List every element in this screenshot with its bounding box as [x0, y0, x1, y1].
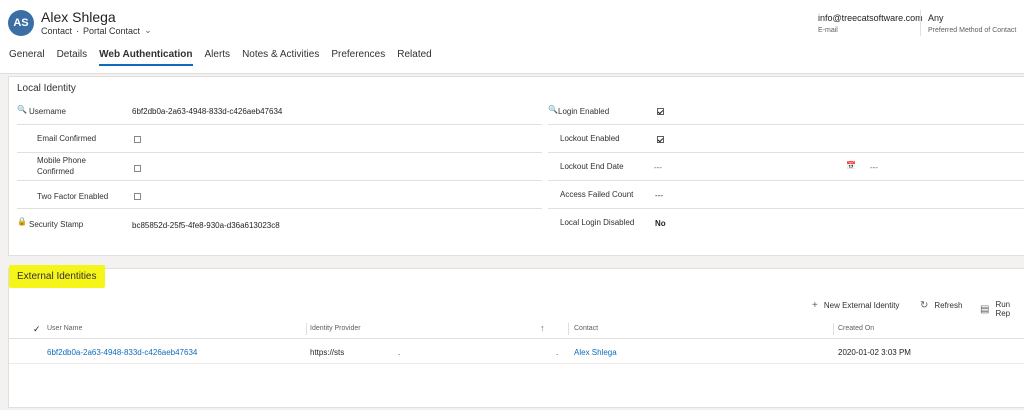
- external-identities-title: External Identities: [9, 265, 105, 288]
- entity-name: Contact: [41, 25, 73, 36]
- local-login-disabled-row: Local Login Disabled No: [548, 209, 1024, 237]
- lockout-end-time-input[interactable]: ---: [870, 163, 878, 172]
- record-name: Alex Shlega: [41, 9, 116, 25]
- new-label: New External Identity: [823, 301, 900, 310]
- access-failed-label: Access Failed Count: [560, 190, 634, 199]
- local-login-disabled-label: Local Login Disabled: [560, 218, 635, 227]
- pref-label: Preferred Method of Contact: [928, 27, 1017, 34]
- header-email: info@treecatsoftware.com E-mail: [818, 13, 923, 34]
- grid-header: ✓ User Name Identity Provider ↑ Contact …: [9, 319, 1024, 339]
- local-identity-section: Local Identity 🔍 Username 6bf2db0a-2a63-…: [8, 76, 1024, 256]
- username-label: Username: [29, 107, 66, 116]
- col-user-name[interactable]: User Name: [47, 325, 82, 332]
- sort-ascending-icon[interactable]: ↑: [540, 323, 545, 333]
- contact-link[interactable]: Alex Shlega: [574, 348, 617, 357]
- calendar-icon[interactable]: 📅: [846, 161, 856, 170]
- two-factor-checkbox[interactable]: [134, 193, 141, 200]
- run-report-button[interactable]: ▤ Run Rep: [980, 300, 1024, 318]
- form-name: Portal Contact: [83, 25, 141, 36]
- lockout-enabled-checkbox[interactable]: [657, 136, 664, 143]
- select-all-check-icon[interactable]: ✓: [33, 324, 41, 335]
- two-factor-label: Two Factor Enabled: [37, 192, 109, 201]
- section-title: Local Identity: [17, 83, 76, 94]
- tab-bar: General Details Web Authentication Alert…: [0, 46, 444, 68]
- identity-provider-part: .: [398, 348, 401, 357]
- login-enabled-checkbox[interactable]: [657, 108, 664, 115]
- tab-preferences[interactable]: Preferences: [331, 46, 385, 66]
- lockout-end-label: Lockout End Date: [560, 162, 624, 171]
- header-divider: [920, 10, 921, 36]
- login-enabled-row: 🔍 Login Enabled: [548, 97, 1024, 125]
- key-icon: 🔍: [548, 105, 558, 114]
- email-label: E-mail: [818, 27, 838, 34]
- tab-details[interactable]: Details: [57, 46, 88, 66]
- tab-web-authentication[interactable]: Web Authentication: [99, 46, 193, 66]
- email-confirmed-label: Email Confirmed: [37, 134, 97, 143]
- mobile-confirmed-checkbox[interactable]: [134, 165, 141, 172]
- lockout-end-date-input[interactable]: ---: [654, 163, 662, 172]
- identity-provider-value: https://sts: [310, 348, 345, 357]
- report-icon: ▤: [980, 303, 990, 315]
- refresh-button[interactable]: ↻ Refresh: [920, 300, 962, 311]
- created-on-value: 2020-01-02 3:03 PM: [838, 348, 911, 357]
- lockout-enabled-label: Lockout Enabled: [560, 134, 620, 143]
- record-header: AS Alex Shlega Contact · Portal Contact …: [0, 0, 1024, 74]
- plus-icon: +: [812, 300, 818, 311]
- lock-icon: 🔒: [17, 217, 27, 226]
- pref-value: Any: [928, 13, 944, 23]
- email-confirmed-row: Email Confirmed: [17, 125, 542, 153]
- new-external-identity-button[interactable]: + New External Identity: [812, 300, 899, 311]
- username-value[interactable]: 6bf2db0a-2a63-4948-833d-c426aeb47634: [132, 107, 282, 116]
- tab-alerts[interactable]: Alerts: [205, 46, 231, 66]
- email-value[interactable]: info@treecatsoftware.com: [818, 13, 923, 23]
- login-enabled-label: Login Enabled: [558, 107, 610, 116]
- header-preferred-method: Any Preferred Method of Contact: [928, 13, 1016, 34]
- access-failed-value[interactable]: ---: [655, 191, 663, 200]
- username-row: 🔍 Username 6bf2db0a-2a63-4948-833d-c426a…: [17, 97, 542, 125]
- chevron-down-icon[interactable]: ⌄: [144, 25, 152, 36]
- refresh-icon: ↻: [920, 300, 929, 311]
- security-stamp-value[interactable]: bc85852d-25f5-4fe8-930a-d36a613023c8: [132, 221, 280, 230]
- local-login-disabled-value[interactable]: No: [655, 219, 666, 228]
- external-identities-section: External Identities + New External Ident…: [8, 265, 1024, 408]
- security-stamp-label: Security Stamp: [29, 220, 84, 229]
- avatar: AS: [8, 10, 34, 36]
- col-identity-provider[interactable]: Identity Provider: [310, 325, 361, 332]
- run-report-label: Run Rep: [995, 300, 1011, 318]
- mobile-confirmed-label: Mobile Phone Confirmed: [37, 156, 86, 176]
- table-row[interactable]: 6bf2db0a-2a63-4948-833d-c426aeb47634 htt…: [9, 340, 1024, 364]
- lockout-enabled-row: Lockout Enabled: [548, 125, 1024, 153]
- key-icon: 🔍: [17, 105, 27, 114]
- tab-general[interactable]: General: [9, 46, 45, 66]
- form-selector[interactable]: Contact · Portal Contact ⌄: [41, 25, 152, 36]
- two-factor-row: Two Factor Enabled: [17, 181, 542, 209]
- tab-related[interactable]: Related: [397, 46, 431, 66]
- section-title: External Identities: [9, 265, 105, 288]
- access-failed-row: Access Failed Count ---: [548, 181, 1024, 209]
- lockout-end-row: Lockout End Date --- 📅 ---: [548, 153, 1024, 181]
- tab-notes-activities[interactable]: Notes & Activities: [242, 46, 319, 66]
- identity-provider-part: .: [556, 348, 559, 357]
- user-name-link[interactable]: 6bf2db0a-2a63-4948-833d-c426aeb47634: [47, 348, 197, 357]
- col-created-on[interactable]: Created On: [838, 325, 874, 332]
- col-contact[interactable]: Contact: [574, 325, 598, 332]
- email-confirmed-checkbox[interactable]: [134, 136, 141, 143]
- mobile-confirmed-row: Mobile Phone Confirmed: [17, 153, 542, 181]
- security-stamp-row: 🔒 Security Stamp bc85852d-25f5-4fe8-930a…: [17, 209, 542, 237]
- refresh-label: Refresh: [934, 301, 963, 310]
